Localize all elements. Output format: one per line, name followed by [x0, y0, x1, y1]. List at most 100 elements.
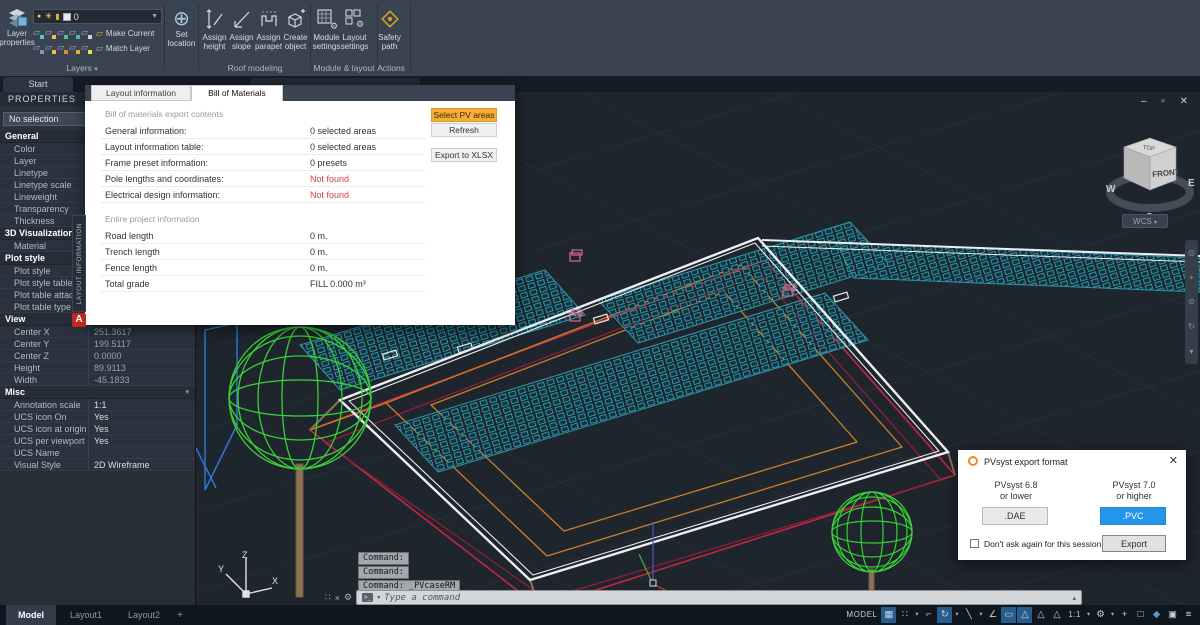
status-toggle-icon[interactable]: MODEL	[843, 607, 880, 623]
pvc-export-button[interactable]: .PVC	[1100, 507, 1166, 525]
status-toggle-icon[interactable]: ≡	[1181, 607, 1196, 623]
status-toggle-icon[interactable]: □	[1133, 607, 1148, 623]
status-toggle-icon[interactable]: ▦	[881, 607, 896, 623]
view-rows: Center X251.3617Center Y199.5117Center Z…	[0, 326, 195, 386]
make-current-button[interactable]: ▱ Make Current	[96, 28, 154, 39]
property-row[interactable]: UCS icon OnYes	[0, 411, 195, 423]
property-row[interactable]: Width-45.1833	[0, 374, 195, 386]
property-row[interactable]: UCS per viewportYes	[0, 435, 195, 447]
status-toggle-icon[interactable]: ▣	[1165, 607, 1180, 623]
bom-row: Layout information table:0 selected area…	[100, 139, 425, 155]
layout-tab[interactable]: Layout1	[58, 605, 114, 625]
property-row[interactable]: Height89.9113	[0, 362, 195, 374]
module-settings-button[interactable]: ⚙ Module settings	[313, 8, 340, 51]
assign-slope-button[interactable]: Assign slope	[228, 8, 255, 51]
export-button[interactable]: Export	[1102, 535, 1166, 552]
ribbon: Layer properties ● ☀ ▮ 0 ▼ ▱▱▱▱▱ ▱▱▱▱▱ ▱…	[0, 0, 1200, 76]
full-navigation-wheel-icon[interactable]: ◎	[1188, 248, 1195, 257]
status-toggle-icon[interactable]: ▾	[913, 607, 920, 623]
command-line-grip[interactable]: ∷ × ⚙	[322, 590, 356, 605]
property-row[interactable]: Center X251.3617	[0, 326, 195, 338]
assign-height-button[interactable]: Assign height	[201, 8, 228, 51]
command-input[interactable]: >_ ▾ Type a command ▴	[356, 590, 1082, 605]
layout-tab[interactable]: Layout2	[116, 605, 172, 625]
layer-dropdown[interactable]: ● ☀ ▮ 0 ▼	[33, 9, 162, 24]
status-toggle-icon[interactable]: ◆	[1149, 607, 1164, 623]
property-row[interactable]: Annotation scale1:1	[0, 399, 195, 411]
tab-start[interactable]: Start	[3, 77, 73, 92]
status-toggle-icon[interactable]: ∷	[897, 607, 912, 623]
navbar-more-icon[interactable]: ▾	[1189, 347, 1193, 356]
recent-commands-caret-icon[interactable]: ▾	[377, 594, 380, 601]
panel-separator	[198, 4, 199, 70]
status-toggle-icon[interactable]: ▾	[1085, 607, 1092, 623]
wcs-dropdown[interactable]: WCS ▾	[1122, 214, 1168, 228]
pan-icon[interactable]: +	[1189, 273, 1194, 282]
zoom-icon[interactable]: ⊙	[1188, 297, 1195, 306]
status-toggle-icon[interactable]: △	[1033, 607, 1048, 623]
ucs-x-label: X	[272, 576, 278, 586]
status-toggle-icon[interactable]: ⚙	[1093, 607, 1108, 623]
status-toggle-icon[interactable]: ∠	[985, 607, 1000, 623]
status-toggle-icon[interactable]: 1:1	[1065, 607, 1084, 623]
bom-row: General information:0 selected areas	[100, 123, 425, 139]
grip-dots-icon[interactable]: ∷	[325, 592, 331, 603]
command-expand-icon[interactable]: ▴	[1072, 594, 1076, 602]
dont-ask-checkbox[interactable]	[970, 539, 979, 548]
status-toggle-icon[interactable]: ⌐	[921, 607, 936, 623]
assign-parapet-button[interactable]: Assign parapet	[255, 8, 282, 51]
bom-section-title: Bill of materials export contents	[105, 109, 223, 119]
bom-project-rows: Road length0 m. Trench length0 m. Fence …	[85, 228, 425, 292]
safety-path-button[interactable]: Safety path	[376, 8, 403, 51]
refresh-button[interactable]: Refresh	[431, 123, 497, 137]
set-location-button[interactable]: ⊕ Set location	[168, 8, 195, 48]
compass-east[interactable]: E	[1188, 178, 1195, 189]
layer-tools-grid[interactable]: ▱▱▱▱▱ ▱▱▱▱▱	[33, 27, 93, 57]
new-layout-button[interactable]: +	[172, 610, 188, 621]
viewport-window-controls[interactable]: – ▫ ✕	[1141, 96, 1194, 107]
customize-wrench-icon[interactable]: ⚙	[344, 592, 352, 603]
palette-empty-area	[0, 471, 195, 605]
export-to-xlsx-button[interactable]: Export to XLSX	[431, 148, 497, 162]
dae-export-button[interactable]: .DAE	[982, 507, 1048, 525]
status-toggle-icon[interactable]: ▾	[1109, 607, 1116, 623]
create-object-button[interactable]: Create object	[282, 8, 309, 51]
command-prompt-icon[interactable]: >_	[362, 593, 373, 602]
autocad-badge-icon[interactable]: A	[72, 313, 86, 327]
layout-settings-button[interactable]: ⚙ Layout settings	[341, 8, 368, 51]
property-row[interactable]: Visual Style2D Wireframe	[0, 459, 195, 471]
status-toggle-icon[interactable]: △	[1017, 607, 1032, 623]
property-row[interactable]: Center Z0.0000	[0, 350, 195, 362]
make-current-icon: ▱	[96, 28, 103, 39]
section-misc[interactable]: Misc ▾	[0, 386, 195, 399]
status-toggle-icon[interactable]: ▭	[1001, 607, 1016, 623]
status-toggle-icon[interactable]: ▾	[977, 607, 984, 623]
layers-panel-label[interactable]: Layers ▾	[0, 63, 164, 75]
layout-tab[interactable]: Model	[6, 605, 56, 625]
chevron-down-icon[interactable]: ▾	[185, 386, 189, 398]
layout-information-side-tab[interactable]: LAYOUT INFORMATION	[72, 215, 86, 312]
tab-bill-of-materials[interactable]: Bill of Materials	[191, 85, 283, 101]
property-row[interactable]: UCS Name	[0, 447, 195, 459]
navigation-bar[interactable]: ◎ + ⊙ ↻ ▾	[1185, 240, 1198, 364]
actions-panel-label: Actions	[372, 63, 410, 75]
status-toggle-icon[interactable]: +	[1117, 607, 1132, 623]
assign-parapet-icon	[260, 8, 278, 30]
status-toggle-icon[interactable]: ╲	[961, 607, 976, 623]
property-row[interactable]: Center Y199.5117	[0, 338, 195, 350]
orbit-icon[interactable]: ↻	[1188, 322, 1195, 331]
property-row[interactable]: UCS icon at originYes	[0, 423, 195, 435]
layer-unlock-icon: ▮	[55, 12, 59, 21]
match-layer-button[interactable]: ▱ Match Layer	[96, 43, 150, 54]
select-pv-areas-button[interactable]: Select PV areas	[431, 108, 497, 122]
status-toggle-icon[interactable]: ↻	[937, 607, 952, 623]
viewcube[interactable]: W S E TOP FRONT	[1104, 128, 1196, 228]
compass-west[interactable]: W	[1106, 184, 1116, 195]
close-icon[interactable]: ×	[335, 593, 340, 603]
layer-properties-button[interactable]: Layer properties	[2, 5, 32, 47]
close-icon[interactable]: ✕	[1169, 454, 1178, 467]
tab-layout-information[interactable]: Layout information	[91, 85, 191, 101]
dont-ask-label[interactable]: Don't ask again for this session	[984, 539, 1101, 549]
status-toggle-icon[interactable]: △	[1049, 607, 1064, 623]
status-toggle-icon[interactable]: ▾	[953, 607, 960, 623]
